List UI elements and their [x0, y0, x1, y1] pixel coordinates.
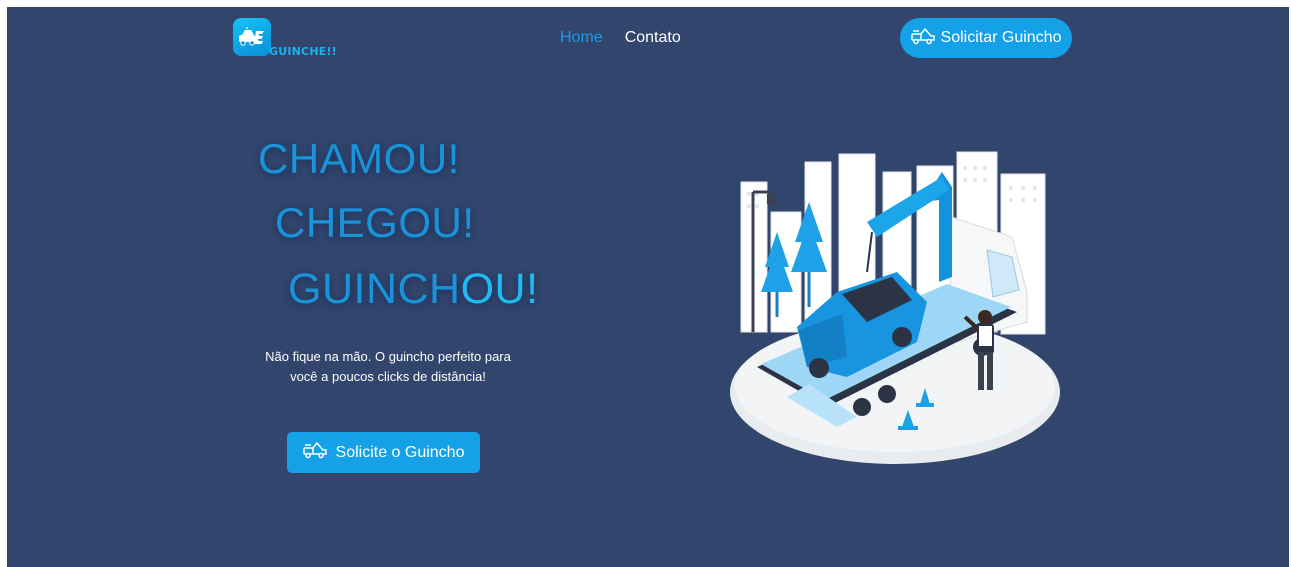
logo-badge-icon: [233, 18, 271, 56]
headline-chegou: CHEGOU!: [275, 199, 475, 246]
nav-link-contato[interactable]: Contato: [625, 29, 681, 47]
nav-link-home[interactable]: Home: [560, 29, 603, 47]
request-tow-header-label: Solicitar Guincho: [940, 29, 1062, 46]
request-tow-header-button[interactable]: Solicitar Guincho: [900, 18, 1072, 58]
tow-truck-icon: [302, 441, 327, 464]
headline-guinchou-part2: OU!: [460, 265, 539, 313]
landing-page: GUINCHE!! Home Contato Solicitar Guincho…: [7, 7, 1289, 567]
request-tow-main-label: Solicite o Guincho: [335, 443, 465, 461]
headline-guinchou-part1: GUINCH: [288, 265, 461, 313]
hero-tagline: Não fique na mão. O guincho perfeito par…: [265, 349, 511, 384]
brand-name: GUINCHE!!: [269, 45, 337, 58]
request-tow-main-button[interactable]: Solicite o Guincho: [287, 432, 480, 473]
headline-chamou: CHAMOU!: [258, 135, 460, 182]
main-nav: Home Contato: [560, 29, 681, 47]
tow-truck-illustration: [727, 142, 1062, 467]
tow-truck-icon: [910, 27, 935, 50]
headline-guinchou: GUINCHOU!: [288, 265, 539, 314]
brand-logo[interactable]: GUINCHE!!: [233, 18, 353, 58]
